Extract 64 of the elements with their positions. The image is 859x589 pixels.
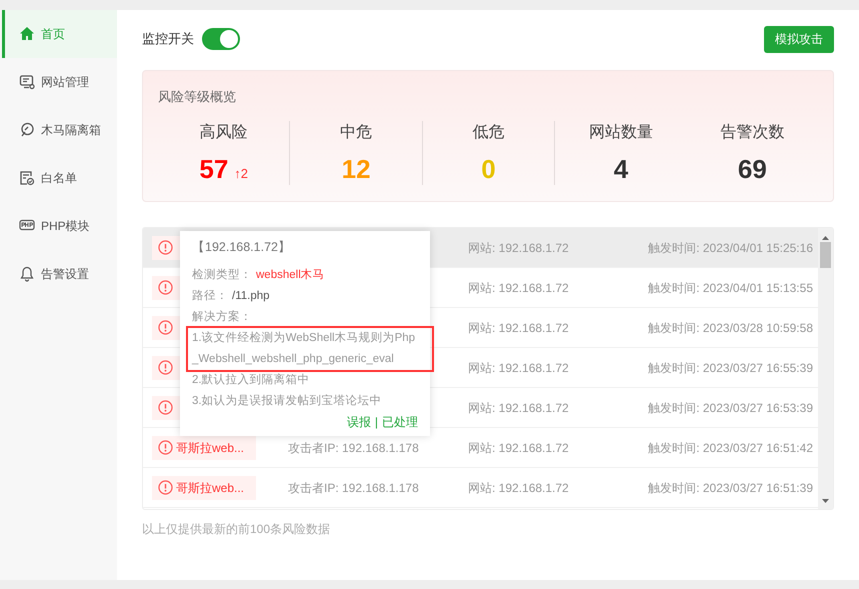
site-address: 网站: 192.168.1.72 <box>468 240 569 256</box>
warning-icon <box>158 320 173 335</box>
trigger-time: 触发时间: 2023/03/27 16:55:39 <box>648 360 814 376</box>
stat-value: 12 <box>342 153 371 185</box>
scroll-down-icon[interactable] <box>822 499 829 503</box>
stat-label: 低危 <box>472 123 505 143</box>
field-label: 解决方案： <box>192 309 253 325</box>
link-separator: | <box>374 414 378 431</box>
file-path: /11.php <box>232 289 270 304</box>
sidebar-item[interactable]: 告警设置 <box>5 250 117 298</box>
warning-icon <box>158 280 173 295</box>
solution-step: 3.如认为是误报请发帖到宝塔论坛中 <box>192 391 418 412</box>
site-address: 网站: 192.168.1.72 <box>468 280 569 296</box>
warning-icon <box>158 400 173 415</box>
trigger-time: 触发时间: 2023/03/27 16:51:39 <box>648 480 814 496</box>
warning-icon <box>158 440 173 455</box>
site-address: 网站: 192.168.1.72 <box>468 360 569 376</box>
scroll-up-icon[interactable] <box>822 236 829 240</box>
stat-label: 中危 <box>340 122 372 143</box>
stat-label: 网站数量 <box>588 122 653 143</box>
popup-title: 【192.168.1.72】 <box>192 239 292 256</box>
trigger-time: 触发时间: 2023/04/01 15:25:16 <box>648 240 814 256</box>
stat-label: 告警次数 <box>720 122 784 143</box>
warning-icon <box>158 360 173 375</box>
trigger-time: 触发时间: 2023/03/27 16:51:42 <box>648 440 814 456</box>
warning-icon <box>158 240 173 255</box>
risk-tag: 哥斯拉web... <box>152 476 256 500</box>
warning-icon <box>158 480 173 495</box>
bell-icon <box>19 266 35 282</box>
sidebar-item[interactable]: 白名单 <box>5 154 117 202</box>
sidebar-item[interactable]: 木马隔离箱 <box>5 106 117 154</box>
site-address: 网站: 192.168.1.72 <box>468 400 569 416</box>
sidebar-item[interactable]: 网站管理 <box>5 58 117 106</box>
attacker-ip: 攻击者IP: 192.168.1.178 <box>287 440 420 456</box>
footer-note: 以上仅提供最新的前100条风险数据 <box>142 521 330 538</box>
stat-value: 0 <box>481 153 496 185</box>
monitor-icon <box>19 74 35 90</box>
stat-value: 57 <box>199 153 228 185</box>
site-address: 网站: 192.168.1.72 <box>468 320 569 336</box>
simulate-attack-button[interactable]: 模拟攻击 <box>764 26 834 52</box>
stat-label: 高风险 <box>200 122 248 143</box>
scroll-thumb[interactable] <box>820 242 831 268</box>
solution-step: 2.默认拉入到隔离箱中 <box>192 370 418 391</box>
attacker-ip: 攻击者IP: 192.168.1.178 <box>287 480 420 496</box>
trigger-time: 触发时间: 2023/03/28 10:59:58 <box>648 320 814 336</box>
field-label: 检测类型： <box>192 268 252 283</box>
sidebar-item[interactable]: 首页 <box>2 10 117 58</box>
site-address: 网站: 192.168.1.72 <box>468 440 569 456</box>
document-check-icon <box>19 170 35 186</box>
detection-type: webshell木马 <box>256 268 325 283</box>
stat-change: ↑2 <box>234 164 248 182</box>
monitor-toggle[interactable] <box>202 28 240 50</box>
scrollbar[interactable] <box>818 228 833 509</box>
overview-title: 风险等级概览 <box>158 88 236 106</box>
trigger-time: 触发时间: 2023/03/27 16:53:39 <box>648 400 814 416</box>
home-icon <box>19 26 35 42</box>
stat-value: 4 <box>614 153 628 185</box>
site-address: 网站: 192.168.1.72 <box>468 480 569 496</box>
field-label: 路径： <box>192 288 228 304</box>
trigger-time: 触发时间: 2023/04/01 15:13:55 <box>648 280 814 296</box>
risk-tag: 哥斯拉web... <box>152 436 256 460</box>
sidebar-item[interactable]: PHP模块 <box>5 202 117 250</box>
stat-value: 69 <box>738 153 767 185</box>
monitor-label: 监控开关 <box>142 30 194 48</box>
